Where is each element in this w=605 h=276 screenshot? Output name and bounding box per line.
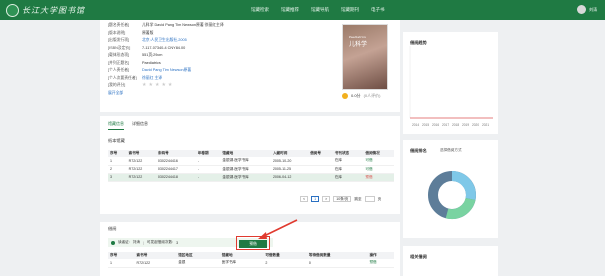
- book-cover: Paediatrics 儿科学: [342, 24, 388, 90]
- rating-summary: 0.0分 (0人评价): [342, 93, 380, 99]
- top-navigation-bar: 长江大学图书馆 馆藏检索 馆藏推荐 馆藏导航 馆藏期刊 电子书 刘涛: [0, 0, 605, 20]
- nav-item-recommend[interactable]: 馆藏推荐: [275, 0, 305, 20]
- tab-details[interactable]: 详细信息: [132, 121, 148, 130]
- star-icon: [342, 93, 348, 99]
- meta-row: [个人责任者] David Pang Tim Newson原著: [108, 68, 192, 72]
- meta-row: [我的评分] ★★★★★: [108, 82, 175, 90]
- related-card: [403, 246, 498, 276]
- donut-segment: [445, 197, 476, 219]
- trend-year-label: 2021: [482, 123, 489, 127]
- table-row[interactable]: 2 R72/122 0302244417 - 金银湖-医学书库 2005-11-…: [108, 165, 394, 174]
- meta-row: [个人次要责任者] 徐丽红 主译: [108, 75, 163, 80]
- user-menu[interactable]: 刘涛: [577, 5, 597, 14]
- page-button-current[interactable]: 1: [311, 196, 320, 202]
- table-row: 1 R72/122 金银 医学书库 2 0 预借: [108, 259, 394, 268]
- cover-title: Paediatrics 儿科学: [349, 35, 368, 48]
- trend-chart: 2014 2015 2016 2017 2018 2019 2020 2021: [409, 46, 493, 127]
- nav-item-journals[interactable]: 馆藏期刊: [335, 0, 365, 20]
- annotation-arrow-icon: [258, 219, 298, 239]
- main-nav: 馆藏检索 馆藏推荐 馆藏导航 馆藏期刊 电子书: [245, 0, 391, 20]
- page-size-select[interactable]: 10条/页: [333, 196, 352, 202]
- trend-year-label: 2018: [452, 123, 459, 127]
- info-icon: [111, 240, 115, 245]
- table-row[interactable]: 3 R72/122 0302244418 - 金银湖-医学书库 2006-04-…: [108, 173, 394, 182]
- nav-item-guide[interactable]: 馆藏导航: [305, 0, 335, 20]
- expand-all-link[interactable]: 展开全部: [108, 90, 123, 98]
- meta-row: [题名责任者] 儿科学 David Pang Tim Newson原著 徐丽红主译: [108, 23, 224, 27]
- library-seal-icon: [6, 3, 19, 17]
- next-page-button[interactable]: >: [322, 196, 331, 202]
- meta-row: 展开全部: [108, 90, 338, 98]
- meta-row: [载体形态项] 551页;29cm: [108, 53, 163, 57]
- username: 刘涛: [589, 6, 597, 12]
- donut-segment: [451, 171, 476, 201]
- library-name: 长江大学图书馆: [22, 5, 85, 15]
- pagination: < 1 > 10条/页 跳至 页: [300, 196, 381, 202]
- trend-year-label: 2019: [462, 123, 469, 127]
- trend-year-label: 2015: [422, 123, 429, 127]
- my-rating-stars[interactable]: ★★★★★: [142, 82, 174, 90]
- trend-year-label: 2020: [472, 123, 479, 127]
- nav-item-ebooks[interactable]: 电子书: [365, 0, 391, 20]
- holdings-table: 序号 索书号 条码号 年卷期 馆藏地 入藏时间 借阅号 书刊状态 借阅情况 1 …: [108, 150, 394, 182]
- rank-donut-chart: [428, 171, 476, 219]
- meta-row: [并列正题名] Paediatrics: [108, 60, 161, 65]
- library-logo[interactable]: 长江大学图书馆: [6, 3, 85, 17]
- trend-year-label: 2014: [412, 123, 419, 127]
- detail-tabs: 馆藏信息 详细信息: [108, 121, 148, 130]
- borrow-mode-select[interactable]: 选择借阅方式: [440, 148, 462, 153]
- meta-row: [版本说明] 原著版: [108, 30, 154, 35]
- nav-item-search[interactable]: 馆藏检索: [245, 0, 275, 20]
- tab-holdings[interactable]: 馆藏信息: [108, 121, 124, 130]
- prev-page-button[interactable]: <: [300, 196, 309, 202]
- reserve-row-action[interactable]: 预借: [367, 259, 394, 268]
- trend-year-label: 2017: [442, 123, 449, 127]
- related-title: 相关借阅: [410, 254, 427, 259]
- reserve-table: 序号 索书号 馆区地区 馆藏地 可借数量 等待借阅数量 操作 1 R72/122…: [108, 252, 394, 268]
- page-jump-input[interactable]: [364, 196, 375, 202]
- reserve-title: 借阅: [108, 226, 117, 231]
- table-row[interactable]: 1 R72/122 0302244416 - 金银湖-医学书库 2005-10-…: [108, 157, 394, 166]
- trend-year-label: 2016: [432, 123, 439, 127]
- meta-row: [ISBN及定价] 7-117-07340-4 CNY84.00: [108, 45, 186, 50]
- book-metadata: [题名责任者] 儿科学 David Pang Tim Newson原著 徐丽红主译…: [108, 22, 338, 97]
- holdings-title: 纸本馆藏: [108, 138, 125, 143]
- rank-title: 借阅排名: [410, 148, 427, 153]
- avatar: [577, 5, 586, 14]
- meta-row: [出版发行项] 北京:人民卫生出版社,2005: [108, 38, 187, 42]
